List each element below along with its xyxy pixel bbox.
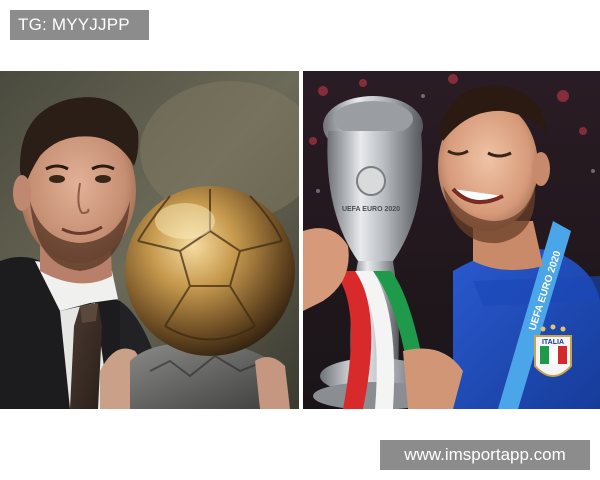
watermark-label: TG: MYYJJPP [10,10,149,40]
crest-text: ITALIA [542,339,564,346]
photo-golden-ball-winner [0,71,299,409]
photo-euro-trophy-winner: UEFA EURO 2020 ITALIA UEFA EURO 2020 [303,71,600,409]
site-url-label: www.imsportapp.com [380,440,590,470]
trophy-text: UEFA EURO 2020 [342,206,400,213]
